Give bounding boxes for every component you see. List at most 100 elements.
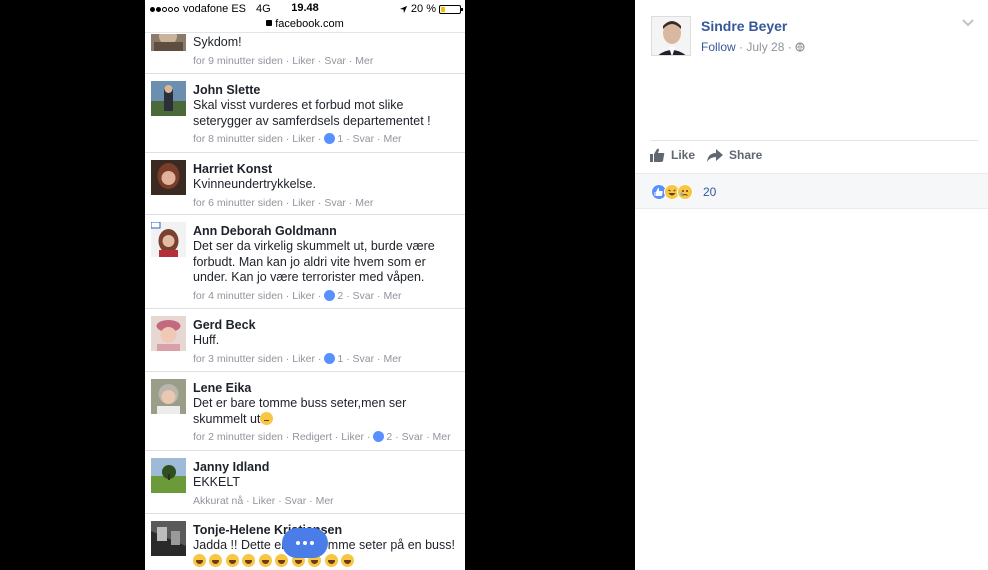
reply-link[interactable]: Svar <box>324 55 346 67</box>
reaction-count[interactable]: 1 <box>337 353 343 365</box>
like-label: Like <box>671 148 696 162</box>
commenter-name[interactable]: Lene Eika <box>193 380 459 396</box>
like-reaction-icon <box>373 431 385 442</box>
comment-meta: for 9 minutter siden · Liker · Svar · Me… <box>193 54 374 67</box>
like-link[interactable]: Liker <box>341 431 364 443</box>
commenter-avatar[interactable] <box>151 521 186 556</box>
like-link[interactable]: Liker <box>292 197 315 209</box>
facebook-post: Sindre Beyer Follow · July 28 · Like Sha… <box>635 0 988 570</box>
comment-text: Skal visst vurderes et forbud mot slike … <box>193 98 431 128</box>
comment-text: Huff. <box>193 333 220 347</box>
more-link[interactable]: Mer <box>433 431 451 443</box>
comment-text: Kvinneundertrykkelse. <box>193 177 316 191</box>
like-link[interactable]: Liker <box>292 353 315 365</box>
comment-text: Det ser da virkelig skummelt ut, burde v… <box>193 239 435 284</box>
reply-link[interactable]: Svar <box>285 495 307 507</box>
url-text: facebook.com <box>275 18 344 30</box>
comment-item: Janny Idland EKKELT Akkurat nå · Liker ·… <box>145 451 465 514</box>
comment-time: for 8 minutter siden <box>193 133 283 145</box>
reaction-count[interactable]: 1 <box>337 133 343 145</box>
comment-text: Sykdom! <box>193 35 242 49</box>
like-button[interactable]: Like <box>650 148 695 162</box>
laughing-emoji-icon <box>341 553 355 567</box>
location-arrow-icon <box>399 5 408 13</box>
comment-meta: Akkurat nå · Liker · Svar · Mer <box>193 494 334 507</box>
comment-time: for 9 minutter siden <box>193 54 283 67</box>
chevron-down-icon[interactable] <box>962 18 974 28</box>
commenter-name[interactable]: Janny Idland <box>193 459 459 475</box>
more-link[interactable]: Mer <box>316 495 334 507</box>
battery-percent: 20 % <box>410 3 436 15</box>
post-date[interactable]: July 28 <box>746 40 784 54</box>
reply-link[interactable]: Svar <box>353 353 375 365</box>
like-link[interactable]: Liker <box>292 290 315 302</box>
commenter-name[interactable]: Harriet Konst <box>193 161 459 177</box>
comment-item: John Slette Skal visst vurderes et forbu… <box>145 74 465 153</box>
comment-text: EKKELT <box>193 475 241 489</box>
laughing-emoji-icon <box>258 553 272 567</box>
status-bar: vodafone ES 4G 19.48 20 % <box>145 0 465 17</box>
laughing-emoji-icon <box>225 553 239 567</box>
lock-icon <box>266 20 273 26</box>
laughing-emoji-icon <box>324 553 338 567</box>
comment-time: for 6 minutter siden <box>193 196 283 209</box>
like-link[interactable]: Liker <box>253 495 276 507</box>
comment-text: Det er bare tomme buss seter,men ser sku… <box>193 396 407 426</box>
more-link[interactable]: Mer <box>355 197 373 209</box>
post-meta: Follow · July 28 · <box>701 40 805 54</box>
like-link[interactable]: Liker <box>292 55 315 67</box>
reply-link[interactable]: Svar <box>402 431 424 443</box>
more-link[interactable]: Mer <box>383 353 401 365</box>
commenter-avatar[interactable] <box>151 81 186 116</box>
like-reaction-icon <box>324 289 336 301</box>
reaction-count[interactable]: 20 <box>703 185 716 199</box>
commenter-avatar[interactable] <box>151 222 186 257</box>
reaction-count[interactable]: 2 <box>386 431 392 443</box>
more-link[interactable]: Mer <box>383 133 401 145</box>
like-reaction-icon <box>324 133 336 144</box>
address-bar[interactable]: facebook.com <box>145 17 465 33</box>
comment-meta: for 2 minutter siden · Redigert · Liker … <box>193 431 451 443</box>
author-avatar[interactable] <box>651 16 691 56</box>
commenter-avatar[interactable] <box>151 316 186 351</box>
battery-icon <box>439 4 463 14</box>
like-reaction-icon <box>324 352 336 364</box>
commenter-name[interactable]: John Slette <box>193 82 459 98</box>
reply-link[interactable]: Svar <box>353 290 375 302</box>
comment-meta: for 4 minutter siden · Liker · 2 · Svar … <box>193 289 402 302</box>
comment-list: Sykdom! for 9 minutter siden · Liker · S… <box>145 34 465 570</box>
comment-meta: for 6 minutter siden · Liker · Svar · Me… <box>193 196 374 209</box>
more-options-button[interactable] <box>282 528 328 558</box>
commenter-avatar[interactable] <box>151 34 186 51</box>
comment-time: for 3 minutter siden <box>193 352 283 365</box>
follow-link[interactable]: Follow <box>701 40 736 54</box>
share-arrow-icon <box>707 148 723 162</box>
laughing-emoji-row <box>193 553 355 568</box>
laughing-emoji-icon <box>193 553 206 567</box>
share-button[interactable]: Share <box>707 148 762 162</box>
comment-meta: for 3 minutter siden · Liker · 1 · Svar … <box>193 352 402 365</box>
like-link[interactable]: Liker <box>292 133 315 145</box>
post-author-name[interactable]: Sindre Beyer <box>701 18 787 34</box>
comment-item: Harriet Konst Kvinneundertrykkelse. for … <box>145 153 465 215</box>
commenter-name[interactable]: Ann Deborah Goldmann <box>193 223 459 239</box>
commenter-name[interactable]: Gerd Beck <box>193 317 459 333</box>
globe-icon <box>795 42 805 52</box>
phone-screenshot: vodafone ES 4G 19.48 20 % facebook.com S… <box>145 0 465 570</box>
reaction-count[interactable]: 2 <box>337 290 343 302</box>
reply-link[interactable]: Svar <box>324 197 346 209</box>
reply-link[interactable]: Svar <box>353 133 375 145</box>
edited-label[interactable]: Redigert <box>292 431 332 443</box>
comment-time: for 2 minutter siden <box>193 431 283 443</box>
reactions-summary[interactable]: 20 <box>635 173 988 209</box>
comment-time: Akkurat nå <box>193 494 244 507</box>
commenter-avatar[interactable] <box>151 160 186 195</box>
commenter-avatar[interactable] <box>151 458 186 493</box>
laughing-emoji-icon <box>275 553 289 567</box>
more-link[interactable]: Mer <box>383 290 401 302</box>
laughing-emoji-icon <box>242 553 256 567</box>
commenter-avatar[interactable] <box>151 379 186 414</box>
comment-item: Lene Eika Det er bare tomme buss seter,m… <box>145 372 465 451</box>
more-link[interactable]: Mer <box>355 55 373 67</box>
sad-reaction-icon <box>677 184 693 200</box>
